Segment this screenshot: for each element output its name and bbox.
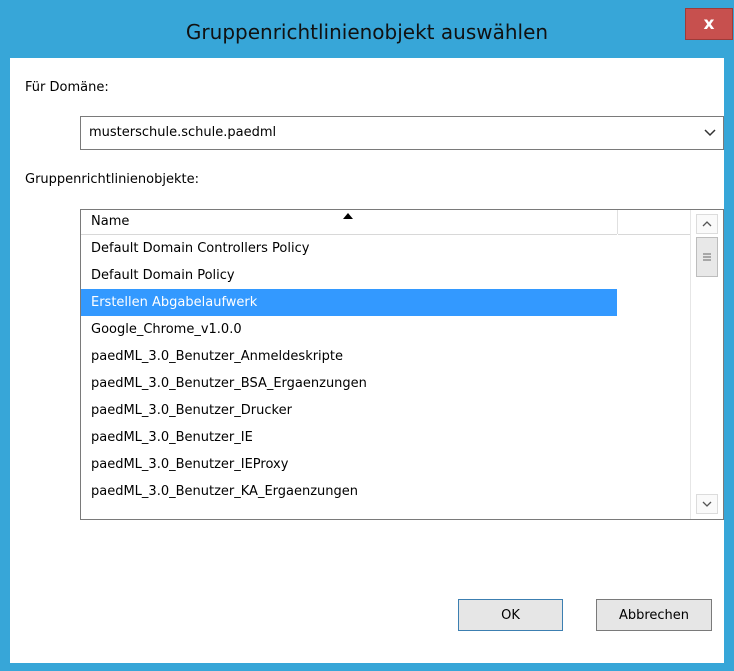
close-button[interactable]: x (685, 8, 733, 40)
close-icon: x (703, 14, 715, 34)
grip-icon (703, 253, 711, 261)
title-bar[interactable]: Gruppenrichtlinienobjekt auswählen (10, 6, 724, 58)
column-header-name[interactable]: Name (81, 210, 617, 235)
list-item[interactable]: paedML_3.0_Benutzer_BSA_Ergaenzungen (81, 370, 617, 397)
scroll-thumb[interactable] (696, 237, 718, 277)
domain-select-value: musterschule.schule.paedml (89, 125, 277, 140)
sort-ascending-icon (343, 213, 353, 219)
gpo-list[interactable]: Name Default Domain Controllers Policy D… (80, 209, 724, 520)
vertical-scrollbar[interactable] (690, 210, 723, 519)
chevron-down-icon (702, 501, 712, 507)
list-item[interactable]: paedML_3.0_Benutzer_Drucker (81, 397, 617, 424)
window-frame-left (0, 0, 10, 671)
dialog: Gruppenrichtlinienobjekt auswählen x Für… (10, 6, 733, 663)
list-item[interactable]: paedML_3.0_Benutzer_KA_Ergaenzungen (81, 478, 617, 505)
window-frame-right (724, 0, 734, 671)
list-item[interactable]: Default Domain Controllers Policy (81, 235, 617, 262)
domain-label: Für Domäne: (25, 80, 109, 95)
list-item[interactable]: paedML_3.0_Benutzer_Anmeldeskripte (81, 343, 617, 370)
scroll-up-button[interactable] (696, 214, 718, 234)
cancel-button[interactable]: Abbrechen (596, 599, 712, 631)
column-header-name-label: Name (91, 214, 130, 229)
list-item[interactable]: paedML_3.0_Benutzer_IE (81, 424, 617, 451)
gpo-list-label: Gruppenrichtlinienobjekte: (25, 172, 199, 187)
scroll-down-button[interactable] (696, 494, 718, 514)
list-item[interactable]: Google_Chrome_v1.0.0 (81, 316, 617, 343)
list-item[interactable]: Default Domain Policy (81, 262, 617, 289)
ok-button[interactable]: OK (458, 599, 563, 631)
chevron-down-icon[interactable] (701, 117, 719, 149)
domain-select[interactable]: musterschule.schule.paedml (80, 116, 724, 150)
list-item[interactable]: paedML_3.0_Benutzer_IEProxy (81, 451, 617, 478)
chevron-up-icon (702, 221, 712, 227)
column-header-empty (618, 210, 690, 235)
window-frame-bottom (0, 663, 734, 671)
list-item-selected[interactable]: Erstellen Abgabelaufwerk (81, 289, 617, 316)
window-title: Gruppenrichtlinienobjekt auswählen (185, 20, 549, 44)
